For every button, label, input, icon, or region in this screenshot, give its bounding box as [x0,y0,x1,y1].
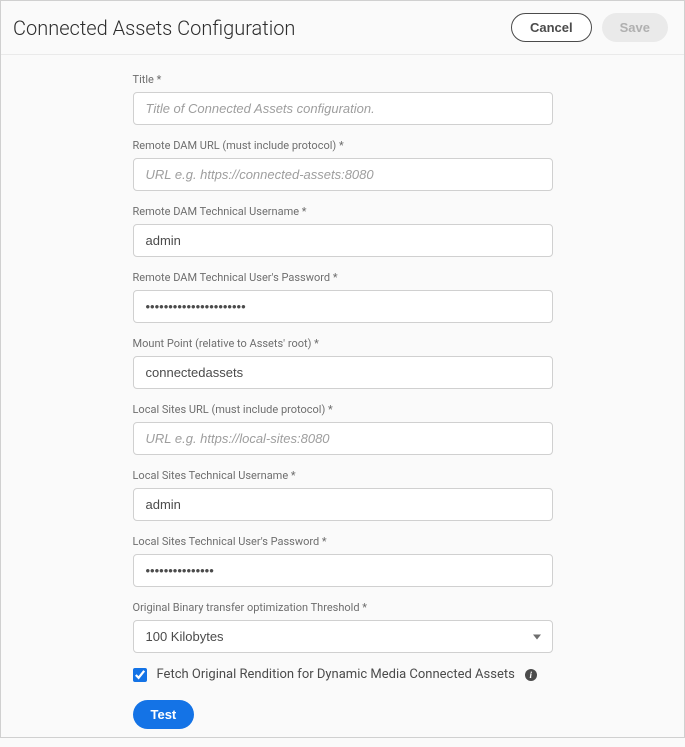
local-sites-url-label: Local Sites URL (must include protocol) … [133,403,553,416]
header-actions: Cancel Save [511,13,668,42]
field-threshold: Original Binary transfer optimization Th… [133,601,553,653]
remote-dam-password-label: Remote DAM Technical User's Password * [133,271,553,284]
info-icon[interactable]: i [525,669,537,681]
form-container: Title * Remote DAM URL (must include pro… [133,55,553,747]
cancel-button[interactable]: Cancel [511,13,592,42]
header: Connected Assets Configuration Cancel Sa… [1,1,684,55]
remote-dam-username-input[interactable] [133,224,553,257]
title-label: Title * [133,73,553,86]
field-local-sites-url: Local Sites URL (must include protocol) … [133,403,553,455]
title-input[interactable] [133,92,553,125]
field-fetch-original: Fetch Original Rendition for Dynamic Med… [133,667,553,682]
threshold-select-wrapper: 100 Kilobytes [133,620,553,653]
test-button[interactable]: Test [133,700,195,729]
field-title: Title * [133,73,553,125]
field-remote-dam-username: Remote DAM Technical Username * [133,205,553,257]
page-title: Connected Assets Configuration [13,16,295,40]
field-mount-point: Mount Point (relative to Assets' root) * [133,337,553,389]
field-local-sites-username: Local Sites Technical Username * [133,469,553,521]
field-remote-dam-url: Remote DAM URL (must include protocol) * [133,139,553,191]
threshold-select[interactable]: 100 Kilobytes [133,620,553,653]
fetch-original-label: Fetch Original Rendition for Dynamic Med… [157,667,515,682]
mount-point-input[interactable] [133,356,553,389]
fetch-original-checkbox[interactable] [133,668,147,682]
remote-dam-url-label: Remote DAM URL (must include protocol) * [133,139,553,152]
local-sites-password-input[interactable] [133,554,553,587]
local-sites-username-label: Local Sites Technical Username * [133,469,553,482]
mount-point-label: Mount Point (relative to Assets' root) * [133,337,553,350]
remote-dam-url-input[interactable] [133,158,553,191]
field-local-sites-password: Local Sites Technical User's Password * [133,535,553,587]
remote-dam-username-label: Remote DAM Technical Username * [133,205,553,218]
local-sites-url-input[interactable] [133,422,553,455]
remote-dam-password-input[interactable] [133,290,553,323]
local-sites-username-input[interactable] [133,488,553,521]
local-sites-password-label: Local Sites Technical User's Password * [133,535,553,548]
field-remote-dam-password: Remote DAM Technical User's Password * [133,271,553,323]
threshold-label: Original Binary transfer optimization Th… [133,601,553,614]
save-button: Save [602,13,668,42]
